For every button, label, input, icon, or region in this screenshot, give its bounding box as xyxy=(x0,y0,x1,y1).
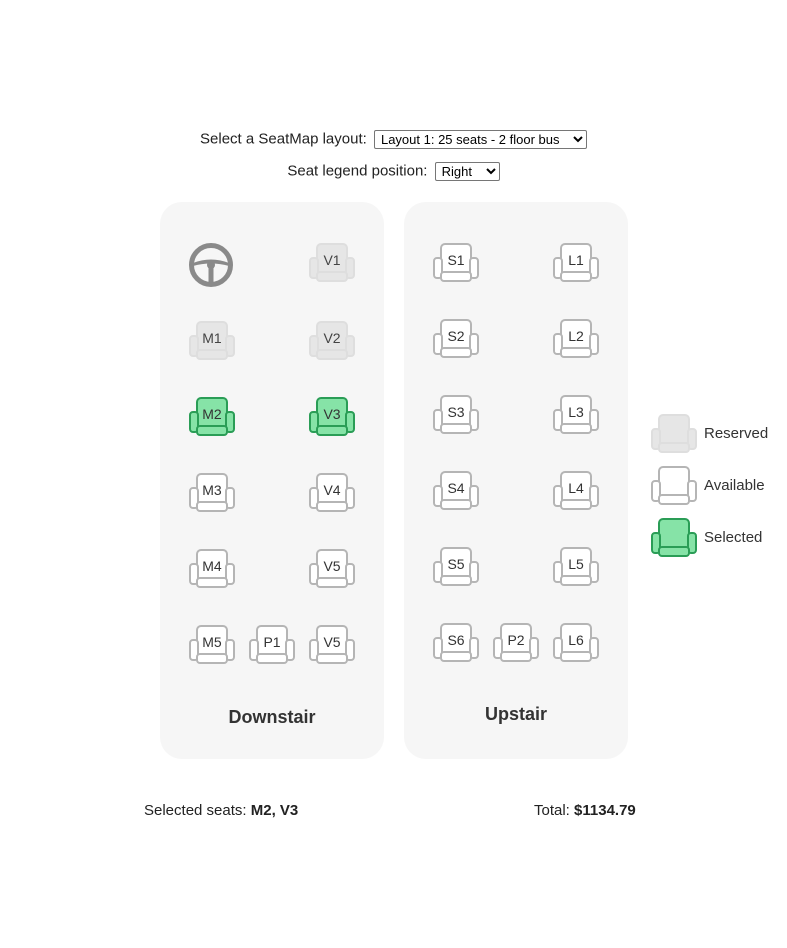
seat-v3[interactable]: V3 xyxy=(308,396,356,438)
seat-s1[interactable]: S1 xyxy=(432,242,480,284)
seat-label: S1 xyxy=(447,252,465,268)
seat-label: V3 xyxy=(323,406,341,422)
seat-m2[interactable]: M2 xyxy=(188,396,236,438)
seat-label: S5 xyxy=(447,556,465,572)
seat-label: V5 xyxy=(323,634,341,650)
legend-label: Available xyxy=(704,477,765,494)
seat-label: S4 xyxy=(447,480,465,496)
deck-upstair: Upstair S1 L1 S2 L2 S3 L3 S4 L4 S5 L5 S6 P2 L6 xyxy=(404,202,628,759)
seat-label: S6 xyxy=(447,632,465,648)
seat-label: L1 xyxy=(568,252,584,268)
seat-s6[interactable]: S6 xyxy=(432,622,480,664)
seat-label: S3 xyxy=(447,404,465,420)
selected-seats-value: M2, V3 xyxy=(250,802,299,819)
seat-label: V1 xyxy=(323,252,341,268)
seat-label: L2 xyxy=(568,328,584,344)
seat-l4[interactable]: L4 xyxy=(552,470,600,512)
legend-item-available: Available xyxy=(650,465,787,507)
seat-m5[interactable]: M5 xyxy=(188,624,236,666)
layout-select[interactable]: Layout 1: 25 seats - 2 floor bus xyxy=(373,130,587,149)
legend-item-selected: Selected xyxy=(650,517,787,559)
seat-l2[interactable]: L2 xyxy=(552,318,600,360)
deck-title-upstair: Upstair xyxy=(484,704,547,724)
seat-label: M1 xyxy=(202,330,222,346)
seat-label: V5 xyxy=(323,558,341,574)
seat-v5[interactable]: V5 xyxy=(308,548,356,590)
seat-l3[interactable]: L3 xyxy=(552,394,600,436)
legend-label: Selected xyxy=(704,529,763,546)
seat-label: V2 xyxy=(323,330,341,346)
seat-s2[interactable]: S2 xyxy=(432,318,480,360)
seat-v1: V1 xyxy=(308,242,356,284)
seat-l5[interactable]: L5 xyxy=(552,546,600,588)
seat-label: M4 xyxy=(202,558,222,574)
seat-l6[interactable]: L6 xyxy=(552,622,600,664)
seat-s4[interactable]: S4 xyxy=(432,470,480,512)
legend-position-select[interactable]: Right xyxy=(434,162,500,181)
seat-label: S2 xyxy=(447,328,465,344)
legend-position-label: Seat legend position: xyxy=(287,162,428,180)
legend-position-control-row: Seat legend position: Right xyxy=(0,162,787,181)
seat-label: P1 xyxy=(263,634,281,650)
seat-s3[interactable]: S3 xyxy=(432,394,480,436)
seat-label: M3 xyxy=(202,482,222,498)
selected-seats-label: Selected seats: xyxy=(144,802,247,819)
seat-label: L3 xyxy=(568,404,584,420)
seat-s5[interactable]: S5 xyxy=(432,546,480,588)
steering-wheel-icon xyxy=(189,243,233,287)
seat-l1[interactable]: L1 xyxy=(552,242,600,284)
seat-label: L4 xyxy=(568,480,584,496)
selected-seats-summary: Selected seats: M2, V3 xyxy=(144,802,298,819)
legend-label: Reserved xyxy=(704,425,769,442)
seat-label: L6 xyxy=(568,632,584,648)
layout-control-row: Select a SeatMap layout: Layout 1: 25 se… xyxy=(0,130,787,149)
seat-label: M2 xyxy=(202,406,222,422)
seat-m3[interactable]: M3 xyxy=(188,472,236,514)
seat-reserved-icon xyxy=(650,413,698,460)
seat-v4[interactable]: V4 xyxy=(308,472,356,514)
seat-selected-icon xyxy=(650,517,698,564)
legend-item-reserved: Reserved xyxy=(650,413,787,455)
seat-m1: M1 xyxy=(188,320,236,362)
seat-label: M5 xyxy=(202,634,222,650)
seat-label: L5 xyxy=(568,556,584,572)
deck-downstair: Downstair V1 M1 V2 M2 V3 M3 V4 M4 V5 M5 P1 V5 xyxy=(160,202,384,759)
seat-p1[interactable]: P1 xyxy=(248,624,296,666)
total-label: Total: xyxy=(534,802,570,819)
seat-available-icon xyxy=(650,465,698,512)
total-price-summary: Total: $1134.79 xyxy=(534,802,636,819)
total-value: $1134.79 xyxy=(574,802,636,819)
seat-m4[interactable]: M4 xyxy=(188,548,236,590)
seat-p2[interactable]: P2 xyxy=(492,622,540,664)
seat-label: P2 xyxy=(507,632,525,648)
deck-title-downstair: Downstair xyxy=(228,707,316,727)
seat-v5[interactable]: V5 xyxy=(308,624,356,666)
seat-label: V4 xyxy=(323,482,341,498)
seat-v2: V2 xyxy=(308,320,356,362)
layout-label: Select a SeatMap layout: xyxy=(200,130,367,148)
